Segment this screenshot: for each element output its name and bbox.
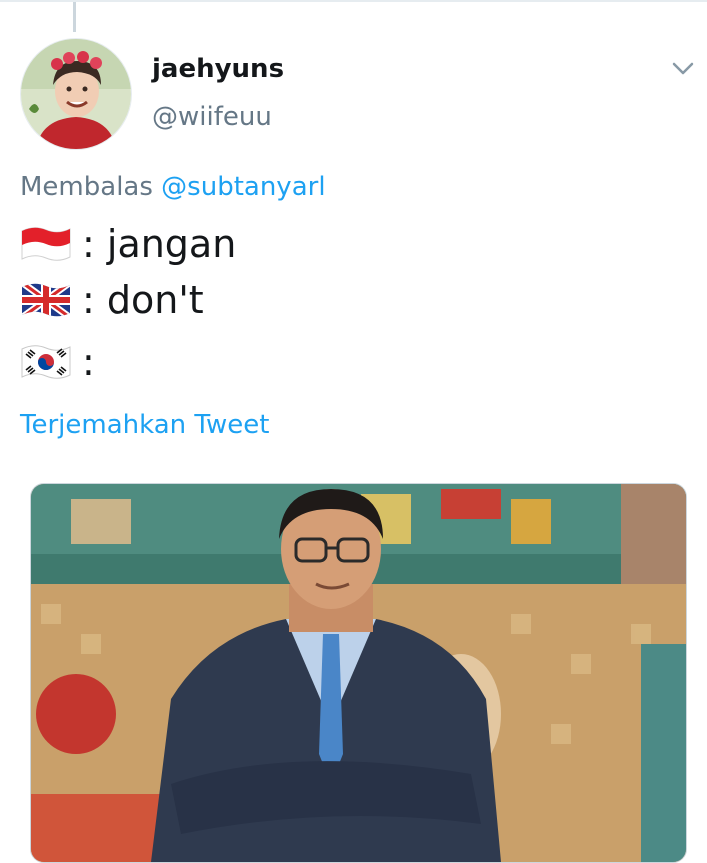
- tweet-line-text: :: [82, 340, 95, 384]
- tweet-line-korean: :: [20, 338, 95, 386]
- reply-prefix: Membalas: [20, 172, 153, 202]
- south-korea-flag-icon: [20, 343, 72, 381]
- tweet-line-english: : don't: [20, 276, 204, 324]
- tweet-image[interactable]: [30, 483, 687, 863]
- top-divider: [0, 0, 707, 2]
- translate-tweet-link[interactable]: Terjemahkan Tweet: [20, 410, 269, 440]
- photo-man-crossed-arms: [31, 484, 686, 862]
- avatar-image: [21, 39, 131, 149]
- reply-mention-link[interactable]: @subtanyarl: [161, 172, 325, 202]
- thread-connector-line: [73, 2, 76, 32]
- reply-context: Membalas @subtanyarl: [20, 172, 326, 202]
- user-handle[interactable]: @wiifeuu: [152, 102, 272, 132]
- tweet-line-text: : jangan: [82, 222, 237, 266]
- indonesia-flag-icon: [20, 225, 72, 263]
- avatar[interactable]: [20, 38, 132, 150]
- tweet-line-indonesian: : jangan: [20, 220, 236, 268]
- uk-flag-icon: [20, 281, 72, 319]
- tweet-line-text: : don't: [82, 278, 204, 322]
- display-name[interactable]: jaehyuns: [152, 54, 284, 84]
- chevron-down-icon[interactable]: [668, 56, 698, 80]
